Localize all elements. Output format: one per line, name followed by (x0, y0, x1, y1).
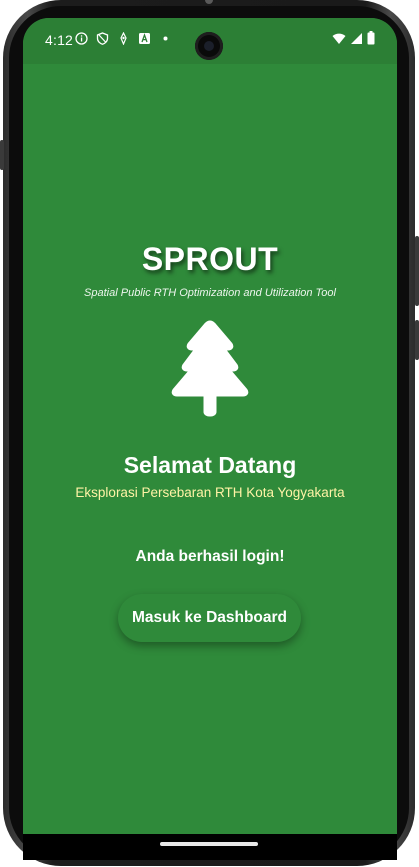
info-icon (75, 32, 88, 45)
a-letter-icon (138, 32, 151, 45)
welcome-heading: Selamat Datang (123, 452, 297, 478)
login-success-message: Anda berhasil login! (135, 548, 285, 565)
side-button-left (0, 140, 4, 170)
status-bar: 4:12 (23, 18, 397, 64)
app-screen: 4:12 SPROUT Spatial Public RTH Optimizat… (23, 18, 397, 834)
navigation-bar (23, 834, 397, 860)
dashboard-button[interactable]: Masuk ke Dashboard (118, 594, 301, 642)
wifi-icon (332, 32, 346, 50)
shield-icon (96, 32, 109, 45)
status-time: 4:12 (45, 32, 74, 48)
battery-icon (367, 31, 375, 50)
status-notification-icons (75, 32, 172, 45)
hand-icon (117, 32, 130, 45)
app-title: SPROUT (141, 241, 279, 277)
dot-icon (159, 32, 172, 45)
welcome-tagline: Eksplorasi Persebaran RTH Kota Yogyakart… (75, 485, 345, 500)
app-subtitle: Spatial Public RTH Optimization and Util… (84, 287, 336, 299)
power-button (415, 320, 419, 360)
front-camera (195, 32, 223, 60)
status-system-icons (332, 31, 375, 50)
home-indicator[interactable] (160, 842, 258, 846)
signal-icon (350, 32, 363, 50)
volume-button (415, 236, 419, 306)
tree-icon (165, 320, 255, 420)
